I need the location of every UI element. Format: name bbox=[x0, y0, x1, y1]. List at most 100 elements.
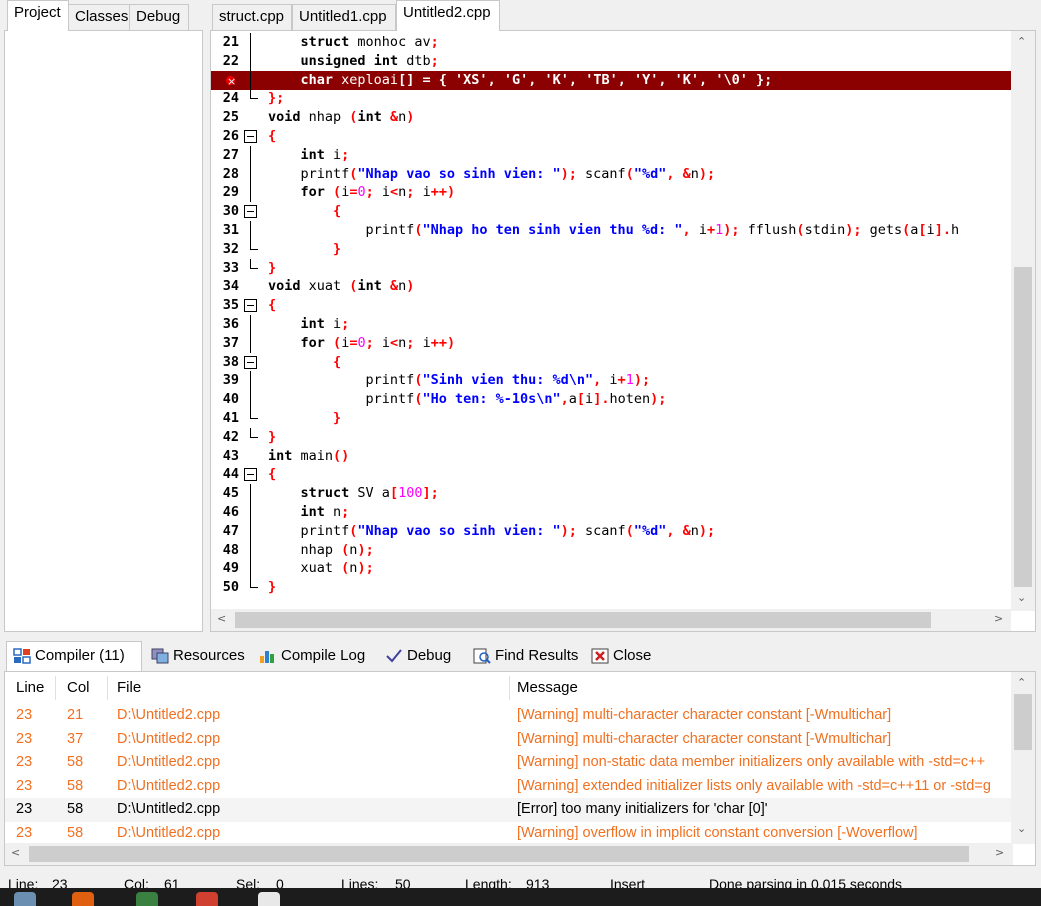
line-number[interactable]: 27 bbox=[211, 146, 239, 165]
column-divider[interactable] bbox=[107, 676, 108, 700]
code-line[interactable]: 24}; bbox=[211, 89, 1011, 108]
line-number[interactable]: 36 bbox=[211, 315, 239, 334]
scroll-left-icon[interactable]: < bbox=[11, 846, 20, 859]
line-number[interactable]: 26 bbox=[211, 127, 239, 146]
line-number[interactable]: 29 bbox=[211, 183, 239, 202]
code-line[interactable]: 21 struct monhoc av; bbox=[211, 33, 1011, 52]
line-number[interactable]: 47 bbox=[211, 522, 239, 541]
scroll-left-icon[interactable]: < bbox=[217, 612, 226, 625]
column-divider[interactable] bbox=[55, 676, 56, 700]
app-icon[interactable] bbox=[258, 892, 280, 906]
column-divider[interactable] bbox=[509, 676, 510, 700]
code-line[interactable]: 44 { bbox=[211, 465, 1011, 484]
line-number[interactable]: 33 bbox=[211, 259, 239, 278]
tab-untitled2-cpp[interactable]: Untitled2.cpp bbox=[396, 0, 500, 31]
line-number[interactable]: 31 bbox=[211, 221, 239, 240]
scroll-thumb[interactable] bbox=[235, 612, 931, 628]
code-line[interactable]: 27 int i; bbox=[211, 145, 1011, 165]
line-number[interactable]: 50 bbox=[211, 578, 239, 597]
header-message[interactable]: Message bbox=[517, 672, 578, 704]
line-number[interactable]: 35 bbox=[211, 296, 239, 315]
header-line[interactable]: Line bbox=[16, 672, 44, 704]
error-row[interactable]: 23 58 D:\Untitled2.cpp [Error] too many ini… bbox=[5, 798, 1013, 822]
tab-compiler[interactable]: Compiler (11) bbox=[6, 641, 142, 671]
fold-toggle-icon[interactable] bbox=[244, 468, 257, 482]
line-number[interactable]: 28 bbox=[211, 165, 239, 184]
warning-row[interactable]: 23 21 D:\Untitled2.cpp [Warning] multi-char… bbox=[5, 704, 1013, 728]
code-line[interactable]: 35 { bbox=[211, 296, 1011, 315]
code-line[interactable]: 47 printf("Nhap vao so sinh vien: "); sc… bbox=[211, 521, 1011, 541]
code-line[interactable]: 22 unsigned int dtb; bbox=[211, 51, 1011, 71]
code-line[interactable]: 39 printf("Sinh vien thu: %d\n", i+1); bbox=[211, 371, 1011, 391]
code-line[interactable]: 45 struct SV a[100]; bbox=[211, 484, 1011, 504]
scroll-right-icon[interactable]: > bbox=[995, 846, 1004, 859]
code-line[interactable]: 42} bbox=[211, 427, 1011, 447]
line-number[interactable]: 34 bbox=[211, 277, 239, 296]
scroll-down-icon[interactable]: ⌄ bbox=[1017, 591, 1026, 604]
line-number[interactable]: 44 bbox=[211, 465, 239, 484]
code-line[interactable]: 46 int n; bbox=[211, 503, 1011, 522]
chrome-icon[interactable] bbox=[196, 892, 218, 906]
app-icon[interactable] bbox=[14, 892, 36, 906]
tab-project[interactable]: Project bbox=[7, 0, 69, 31]
tab-compile-log[interactable]: Compile Log bbox=[252, 641, 374, 671]
code-area[interactable]: 21 struct monhoc av; 22 unsigned int dtb;… bbox=[211, 31, 1011, 611]
tab-classes[interactable]: Classes bbox=[68, 4, 130, 30]
warning-row[interactable]: 23 37 D:\Untitled2.cpp [Warning] multi-char… bbox=[5, 728, 1013, 752]
code-line[interactable]: 32 } bbox=[211, 239, 1011, 259]
line-number[interactable]: 45 bbox=[211, 484, 239, 503]
line-number[interactable]: 39 bbox=[211, 371, 239, 390]
tab-struct-cpp[interactable]: struct.cpp bbox=[212, 4, 292, 30]
fold-toggle-icon[interactable] bbox=[244, 205, 257, 219]
scroll-right-icon[interactable]: > bbox=[994, 612, 1003, 625]
code-line[interactable]: 49 xuat (n); bbox=[211, 559, 1011, 579]
code-line[interactable]: 25 void nhap (int &n) bbox=[211, 108, 1011, 127]
code-line[interactable]: 48 nhap (n); bbox=[211, 540, 1011, 560]
code-line[interactable]: 37 for (i=0; i<n; i++) bbox=[211, 333, 1011, 353]
warning-row[interactable]: 23 58 D:\Untitled2.cpp [Warning] extended i… bbox=[5, 775, 1013, 799]
code-line[interactable]: 30 { bbox=[211, 202, 1011, 221]
code-line[interactable]: 41 } bbox=[211, 409, 1011, 428]
line-number[interactable]: 43 bbox=[211, 447, 239, 466]
messages-vertical-scrollbar[interactable]: ⌃ ⌄ bbox=[1011, 672, 1035, 844]
app-icon[interactable] bbox=[136, 892, 158, 906]
code-line[interactable]: 29 for (i=0; i<n; i++) bbox=[211, 183, 1011, 203]
line-number[interactable]: 37 bbox=[211, 334, 239, 353]
header-file[interactable]: File bbox=[117, 672, 141, 704]
scroll-thumb[interactable] bbox=[1014, 267, 1032, 587]
project-panel[interactable] bbox=[4, 30, 203, 632]
tab-find-results[interactable]: Find Results bbox=[466, 641, 584, 671]
line-number[interactable]: 48 bbox=[211, 541, 239, 560]
tab-debug-bottom[interactable]: Debug bbox=[378, 641, 464, 671]
line-number[interactable]: 25 bbox=[211, 108, 239, 127]
scroll-thumb[interactable] bbox=[1014, 694, 1032, 750]
code-line[interactable]: 33} bbox=[211, 258, 1011, 278]
line-number[interactable]: 38 bbox=[211, 353, 239, 372]
editor-horizontal-scrollbar[interactable]: < > bbox=[211, 609, 1011, 631]
code-line[interactable]: 26 { bbox=[211, 127, 1011, 146]
editor-vertical-scrollbar[interactable]: ⌃ ⌄ bbox=[1011, 31, 1035, 611]
line-number[interactable]: 49 bbox=[211, 559, 239, 578]
tab-debug-left[interactable]: Debug bbox=[129, 4, 189, 30]
scroll-down-icon[interactable]: ⌄ bbox=[1017, 822, 1026, 835]
code-line[interactable]: 50} bbox=[211, 578, 1011, 597]
line-number[interactable]: 46 bbox=[211, 503, 239, 522]
tab-close[interactable]: Close bbox=[584, 641, 660, 671]
scroll-up-icon[interactable]: ⌃ bbox=[1017, 676, 1026, 689]
header-col[interactable]: Col bbox=[67, 672, 90, 704]
fold-toggle-icon[interactable] bbox=[244, 355, 257, 369]
tab-untitled1-cpp[interactable]: Untitled1.cpp bbox=[292, 4, 396, 30]
line-number[interactable]: 22 bbox=[211, 52, 239, 71]
line-number[interactable]: 30 bbox=[211, 202, 239, 221]
line-number[interactable]: 32 bbox=[211, 240, 239, 259]
compiler-messages[interactable]: Line Col File Message 23 21 D:\Untitled2.c… bbox=[4, 671, 1036, 866]
scroll-thumb[interactable] bbox=[29, 846, 969, 862]
line-number[interactable]: 41 bbox=[211, 409, 239, 428]
scroll-up-icon[interactable]: ⌃ bbox=[1017, 35, 1026, 48]
tab-resources[interactable]: Resources bbox=[144, 641, 248, 671]
fold-toggle-icon[interactable] bbox=[244, 130, 257, 143]
code-editor[interactable]: 21 struct monhoc av; 22 unsigned int dtb;… bbox=[210, 30, 1036, 632]
line-number[interactable]: 42 bbox=[211, 428, 239, 447]
code-line[interactable]: 28 printf("Nhap vao so sinh vien: "); sc… bbox=[211, 164, 1011, 184]
line-number[interactable]: 24 bbox=[211, 89, 239, 108]
